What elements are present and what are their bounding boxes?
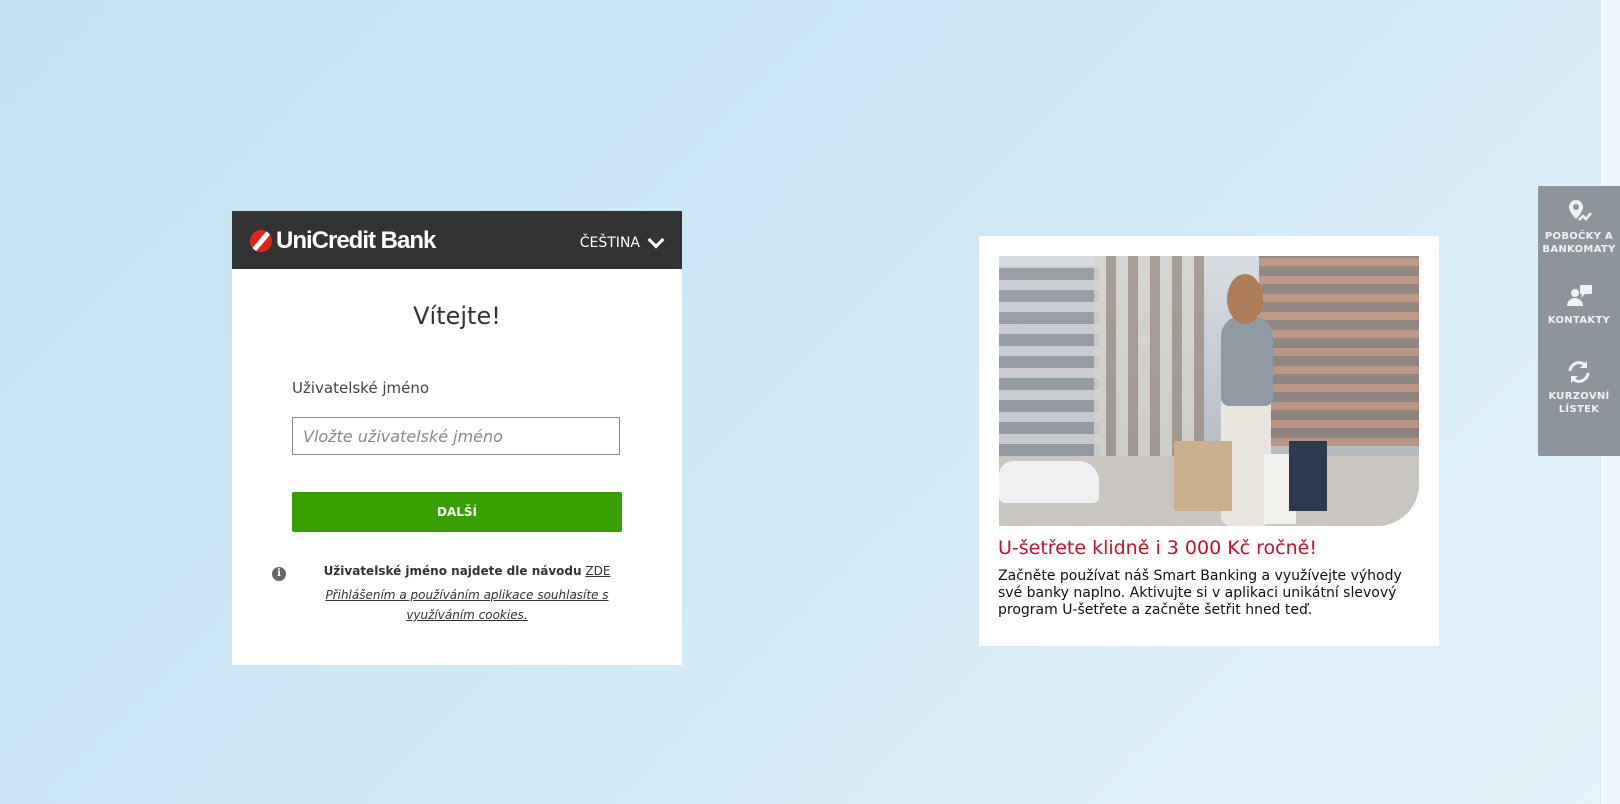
language-label: ČEŠTINA [579,235,640,251]
promo-card: U-šetřete klidně i 3 000 Kč ročně! Začně… [979,236,1439,646]
username-input[interactable] [292,417,620,455]
cookie-consent-link[interactable]: Přihlášením a používáním aplikace souhla… [292,585,642,625]
promo-text: Začněte používat náš Smart Banking a vyu… [998,568,1402,618]
tool-contacts[interactable]: KONTAKTY [1538,284,1620,327]
tool-branches-atms[interactable]: POBOČKY A BANKOMATY [1538,198,1620,256]
tool-label: POBOČKY A BANKOMATY [1542,231,1616,255]
unicredit-logo: UniCredit Bank [250,227,436,255]
login-header: UniCredit Bank ČEŠTINA [232,211,682,269]
logo-text: UniCredit Bank [276,227,436,254]
chevron-down-icon [647,231,665,249]
unicredit-logo-icon [250,230,272,252]
tool-exchange-rates[interactable]: KURZOVNÍ LÍSTEK [1538,358,1620,416]
help-link[interactable]: ZDE [585,564,610,578]
refresh-icon [1568,361,1590,383]
tool-label: KONTAKTY [1547,315,1611,326]
next-button[interactable]: DALŠÍ [292,492,622,532]
map-pin-icon [1569,200,1592,221]
contact-person-icon [1567,285,1592,306]
side-tools-panel: POBOČKY A BANKOMATY KONTAKTY KURZOVNÍ LÍ… [1538,186,1620,456]
page-title: Vítejte! [413,302,501,330]
login-card: UniCredit Bank ČEŠTINA Vítejte! Uživatel… [232,211,682,665]
language-selector[interactable]: ČEŠTINA [579,231,665,251]
promo-image [999,256,1419,526]
username-label: Uživatelské jméno [292,379,430,397]
tool-label: KURZOVNÍ LÍSTEK [1548,391,1610,415]
promo-title[interactable]: U-šetřete klidně i 3 000 Kč ročně! [998,537,1317,559]
username-help: Uživatelské jméno najdete dle návodu ZDE [292,564,642,578]
help-text: Uživatelské jméno najdete dle návodu [323,564,582,578]
info-icon: i [272,567,286,581]
